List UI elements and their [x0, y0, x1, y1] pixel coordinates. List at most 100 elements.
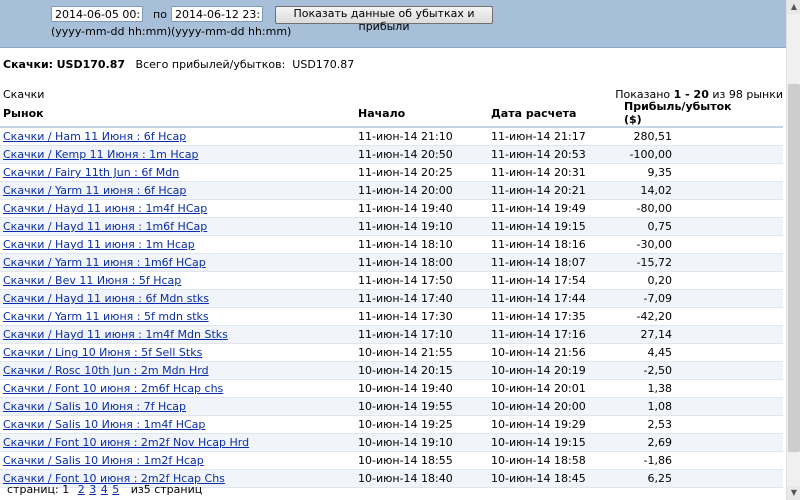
market-link[interactable]: Скачки / Hayd 11 июня : 1m6f HCap: [3, 220, 207, 233]
market-link-cell: Скачки / Yarm 11 июня : 5f mdn stks: [0, 307, 353, 326]
market-link[interactable]: Скачки / Hayd 11 июня : 6f Mdn stks: [3, 292, 209, 305]
settled-time-value: 11-июн-14 19:49: [491, 202, 586, 215]
pager-page-link[interactable]: 3: [89, 483, 96, 496]
market-link[interactable]: Скачки / Yarm 11 июня : 6f Hcap: [3, 184, 186, 197]
start-time-value: 11-июн-14 19:40: [358, 202, 453, 215]
settled-time-value: 11-июн-14 20:31: [491, 166, 586, 179]
profit-loss-cell: -1,86: [621, 451, 783, 470]
table-row: Скачки / Salis 10 Июня : 1m4f HCap 10-июн…: [0, 415, 783, 434]
market-link[interactable]: Скачки / Rosc 10th Jun : 2m Mdn Hrd: [3, 364, 209, 377]
settled-time-cell: 10-июн-14 20:01: [488, 379, 621, 398]
pager-page-link[interactable]: 5: [112, 483, 119, 496]
settled-time-cell: 11-июн-14 19:49: [488, 199, 621, 218]
profit-loss-value: 2,69: [647, 436, 673, 449]
to-date-input[interactable]: [171, 6, 263, 22]
market-link-cell: Скачки / Hayd 11 июня : 1m4f Mdn Stks: [0, 325, 353, 344]
scroll-thumb[interactable]: [788, 84, 800, 452]
header-settled[interactable]: Дата расчета: [488, 100, 621, 128]
profit-loss-cell: 2,69: [621, 433, 783, 452]
start-time-value: 10-июн-14 18:40: [358, 472, 453, 485]
profit-loss-value: 2,53: [647, 418, 673, 431]
table-row: Скачки / Ham 11 Июня : 6f Hcap 11-июн-14 …: [0, 127, 783, 146]
market-link[interactable]: Скачки / Hayd 11 июня : 1m Hcap: [3, 238, 195, 251]
to-format-hint: (yyyy-mm-dd hh:mm): [171, 25, 292, 38]
profit-loss-cell: -30,00: [621, 235, 783, 254]
profit-loss-value: 0,75: [647, 220, 673, 233]
profit-loss-cell: -80,00: [621, 199, 783, 218]
start-time-cell: 10-июн-14 19:55: [353, 397, 488, 416]
market-link[interactable]: Скачки / Salis 10 Июня : 1m2f Hcap: [3, 454, 204, 467]
market-link[interactable]: Скачки / Ham 11 Июня : 6f Hcap: [3, 130, 186, 143]
start-time-value: 10-июн-14 19:55: [358, 400, 453, 413]
market-link[interactable]: Скачки / Font 10 июня : 2m2f Nov Hcap Hr…: [3, 436, 249, 449]
start-time-cell: 11-июн-14 19:10: [353, 217, 488, 236]
market-link[interactable]: Скачки / Ling 10 Июня : 5f Sell Stks: [3, 346, 202, 359]
pagination: страниц: 1 2 3 4 5 из5 страниц: [7, 483, 202, 496]
start-time-cell: 10-июн-14 20:15: [353, 361, 488, 380]
market-link-cell: Скачки / Salis 10 Июня : 7f Hcap: [0, 397, 353, 416]
header-market[interactable]: Рынок: [0, 100, 353, 128]
market-link-cell: Скачки / Font 10 июня : 2m2f Nov Hcap Hr…: [0, 433, 353, 452]
market-link-cell: Скачки / Fairy 11th Jun : 6f Mdn: [0, 163, 353, 182]
start-time-cell: 10-июн-14 19:10: [353, 433, 488, 452]
settled-time-cell: 10-июн-14 18:58: [488, 451, 621, 470]
market-link[interactable]: Скачки / Fairy 11th Jun : 6f Mdn: [3, 166, 179, 179]
start-time-value: 10-июн-14 21:55: [358, 346, 453, 359]
scroll-down-arrow-icon[interactable]: ▼: [787, 486, 800, 500]
start-time-value: 11-июн-14 20:50: [358, 148, 453, 161]
start-time-cell: 10-июн-14 18:55: [353, 451, 488, 470]
settled-time-value: 11-июн-14 20:21: [491, 184, 586, 197]
pager-total: из5 страниц: [130, 483, 203, 496]
summary-amount: USD170.87: [56, 58, 126, 71]
market-link[interactable]: Скачки / Bev 11 Июня : 5f Hcap: [3, 274, 181, 287]
start-time-cell: 11-июн-14 20:50: [353, 145, 488, 164]
market-link-cell: Скачки / Hayd 11 июня : 1m Hcap: [0, 235, 353, 254]
market-link-cell: Скачки / Hayd 11 июня : 6f Mdn stks: [0, 289, 353, 308]
header-profit-loss[interactable]: Прибыль/убыток ($): [621, 100, 783, 128]
settled-time-cell: 11-июн-14 20:31: [488, 163, 621, 182]
table-row: Скачки / Yarm 11 июня : 5f mdn stks 11-ию…: [0, 307, 783, 326]
settled-time-value: 11-июн-14 17:54: [491, 274, 586, 287]
start-time-cell: 10-июн-14 21:55: [353, 343, 488, 362]
settled-time-value: 10-июн-14 19:15: [491, 436, 586, 449]
market-link[interactable]: Скачки / Hayd 11 июня : 1m4f HCap: [3, 202, 207, 215]
market-link-cell: Скачки / Kemp 11 Июня : 1m Hcap: [0, 145, 353, 164]
settled-time-value: 11-июн-14 18:07: [491, 256, 586, 269]
start-time-value: 11-июн-14 17:30: [358, 310, 453, 323]
header-start[interactable]: Начало: [353, 100, 488, 128]
pager-page-link[interactable]: 2: [78, 483, 85, 496]
market-link[interactable]: Скачки / Hayd 11 июня : 1m4f Mdn Stks: [3, 328, 228, 341]
profit-loss-value: -1,86: [643, 454, 672, 467]
profit-loss-cell: 0,20: [621, 271, 783, 290]
scroll-up-arrow-icon[interactable]: ▲: [787, 0, 800, 14]
to-label: по: [153, 8, 167, 21]
market-link[interactable]: Скачки / Salis 10 Июня : 1m4f HCap: [3, 418, 205, 431]
table-row: Скачки / Yarm 11 июня : 6f Hcap 11-июн-14…: [0, 181, 783, 200]
market-link[interactable]: Скачки / Yarm 11 июня : 5f mdn stks: [3, 310, 209, 323]
market-link[interactable]: Скачки / Kemp 11 Июня : 1m Hcap: [3, 148, 198, 161]
settled-time-value: 11-июн-14 19:15: [491, 220, 586, 233]
filter-panel: по Показать данные об убытках и прибыли …: [0, 0, 800, 48]
start-time-cell: 11-июн-14 19:40: [353, 199, 488, 218]
table-row: Скачки / Hayd 11 июня : 1m4f Mdn Stks 11-…: [0, 325, 783, 344]
profit-loss-value: -7,09: [643, 292, 672, 305]
pager-page-link[interactable]: 4: [101, 483, 108, 496]
vertical-scrollbar[interactable]: ▲ ▼: [786, 0, 800, 500]
start-time-cell: 11-июн-14 18:00: [353, 253, 488, 272]
show-pl-button[interactable]: Показать данные об убытках и прибыли: [275, 6, 493, 33]
market-link[interactable]: Скачки / Font 10 июня : 2m6f Hcap chs: [3, 382, 223, 395]
settled-time-value: 10-июн-14 20:01: [491, 382, 586, 395]
market-link[interactable]: Скачки / Yarm 11 июня : 1m6f HCap: [3, 256, 206, 269]
start-time-value: 10-июн-14 19:40: [358, 382, 453, 395]
start-time-value: 10-июн-14 18:55: [358, 454, 453, 467]
table-row: Скачки / Rosc 10th Jun : 2m Mdn Hrd 10-ию…: [0, 361, 783, 380]
profit-loss-value: -30,00: [636, 238, 672, 251]
from-date-input[interactable]: [51, 6, 143, 22]
profit-loss-value: 9,35: [647, 166, 673, 179]
profit-loss-cell: 9,35: [621, 163, 783, 182]
table-row: Скачки / Salis 10 Июня : 1m2f Hcap 10-июн…: [0, 451, 783, 470]
market-link[interactable]: Скачки / Salis 10 Июня : 7f Hcap: [3, 400, 186, 413]
start-time-cell: 11-июн-14 20:25: [353, 163, 488, 182]
settled-time-value: 10-июн-14 18:45: [491, 472, 586, 485]
start-time-cell: 11-июн-14 17:10: [353, 325, 488, 344]
